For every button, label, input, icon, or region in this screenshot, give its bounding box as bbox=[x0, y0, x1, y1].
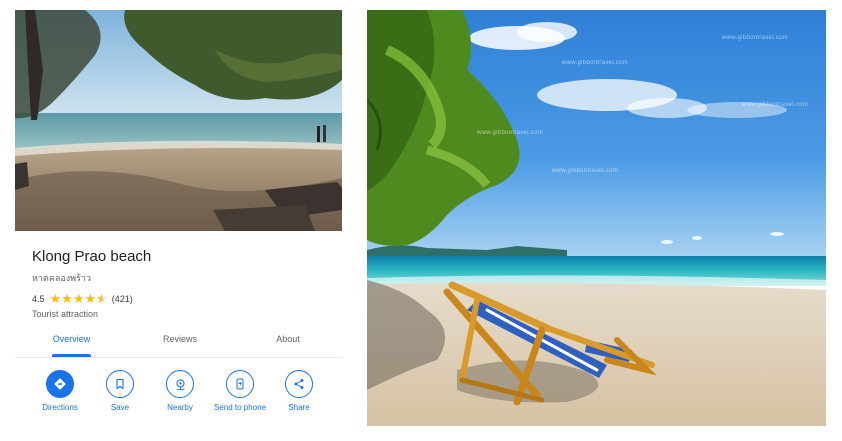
beach-photo-image bbox=[15, 10, 342, 231]
star-icon: ★ bbox=[61, 291, 73, 307]
watermark: www.gibbontravel.com bbox=[742, 102, 809, 108]
directions-icon bbox=[46, 370, 74, 398]
place-category[interactable]: Tourist attraction bbox=[32, 309, 332, 319]
share-icon bbox=[285, 370, 313, 398]
tab-about[interactable]: About bbox=[265, 328, 311, 356]
rating-stars: ★ ★ ★ ★ ★ bbox=[50, 293, 108, 306]
tab-overview[interactable]: Overview bbox=[52, 328, 91, 356]
active-tab-indicator bbox=[52, 354, 91, 357]
beach-chair-image bbox=[367, 10, 826, 426]
star-icon: ★ bbox=[49, 291, 62, 307]
place-card: Klong Prao beach หาดคลองพร้าว 4.5 ★ ★ ★ … bbox=[15, 10, 342, 426]
star-icon: ★ bbox=[72, 291, 85, 307]
place-tabs: Overview Reviews About bbox=[15, 328, 342, 358]
beach-photo: www.gibbontravel.com www.gibbontravel.co… bbox=[367, 10, 826, 426]
nearby-icon bbox=[166, 370, 194, 398]
phone-icon bbox=[226, 370, 254, 398]
half-star-icon: ★ bbox=[96, 293, 108, 306]
action-buttons: Directions Save Nearby Send to phone Sha… bbox=[15, 370, 342, 426]
share-button[interactable]: Share bbox=[263, 370, 335, 412]
watermark: www.gibbontravel.com bbox=[477, 130, 544, 136]
place-local-name: หาดคลองพร้าว bbox=[32, 273, 92, 283]
rating-value: 4.5 bbox=[32, 294, 45, 304]
bookmark-icon bbox=[106, 370, 134, 398]
watermark: www.gibbontravel.com bbox=[552, 168, 619, 174]
review-count[interactable]: (421) bbox=[112, 294, 133, 304]
watermark: www.gibbontravel.com bbox=[722, 35, 789, 41]
rating-row[interactable]: 4.5 ★ ★ ★ ★ ★ (421) bbox=[32, 292, 332, 306]
place-title: Klong Prao beach bbox=[32, 248, 152, 265]
place-photo[interactable] bbox=[15, 10, 342, 231]
share-label: Share bbox=[288, 403, 310, 412]
star-icon: ★ bbox=[84, 291, 97, 307]
place-info: Klong Prao beach หาดคลองพร้าว 4.5 ★ ★ ★ … bbox=[32, 248, 332, 319]
watermark: www.gibbontravel.com bbox=[562, 60, 629, 66]
tab-reviews[interactable]: Reviews bbox=[155, 328, 205, 356]
